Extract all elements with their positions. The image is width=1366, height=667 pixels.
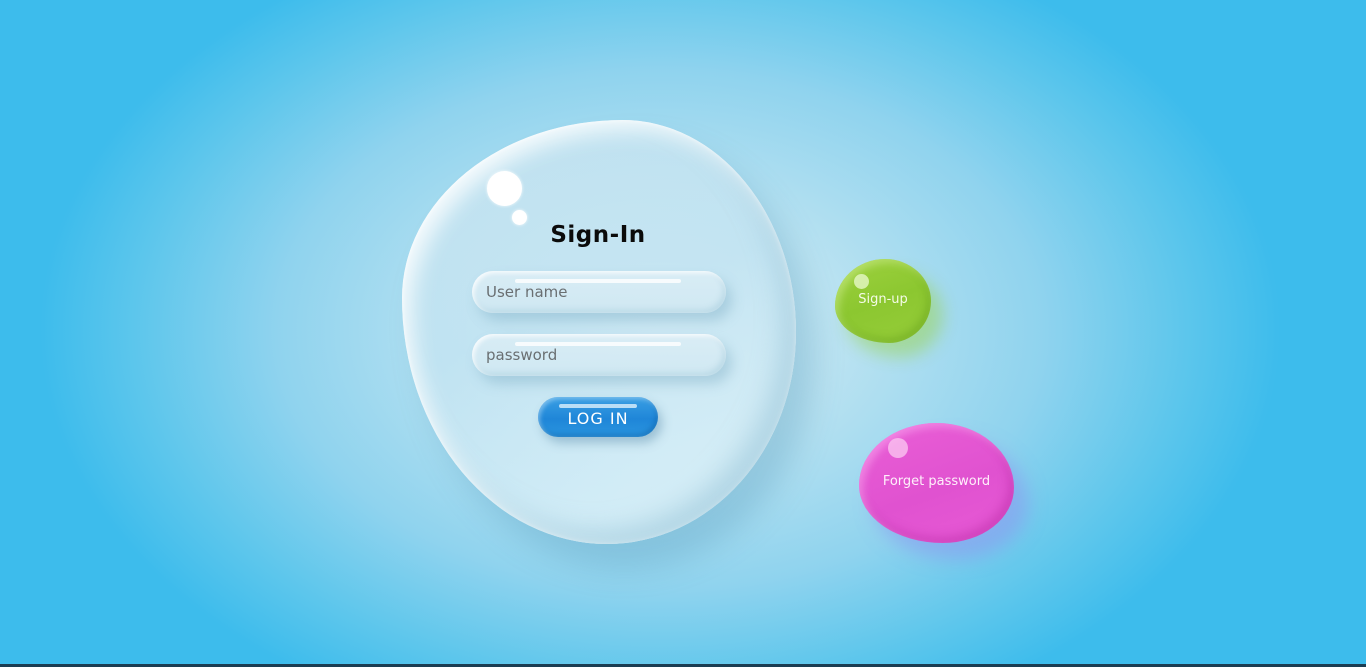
forget-password-button[interactable]: Forget password: [859, 423, 1014, 543]
login-button-label: LOG IN: [567, 409, 629, 428]
forget-password-label: Forget password: [882, 474, 991, 489]
password-placeholder: password: [486, 346, 558, 364]
password-field[interactable]: password: [472, 334, 726, 376]
signup-label: Sign-up: [858, 292, 908, 307]
username-placeholder: User name: [486, 283, 568, 301]
forget-highlight-dot: [888, 438, 908, 458]
decorative-bubble-large: [487, 171, 522, 206]
signup-highlight-dot: [854, 274, 869, 289]
username-field[interactable]: User name: [472, 271, 726, 313]
login-button[interactable]: LOG IN: [538, 397, 658, 437]
button-highlight: [559, 404, 637, 408]
page-title: Sign-In: [550, 222, 646, 248]
signup-button[interactable]: Sign-up: [835, 259, 931, 343]
login-card: [402, 120, 796, 544]
